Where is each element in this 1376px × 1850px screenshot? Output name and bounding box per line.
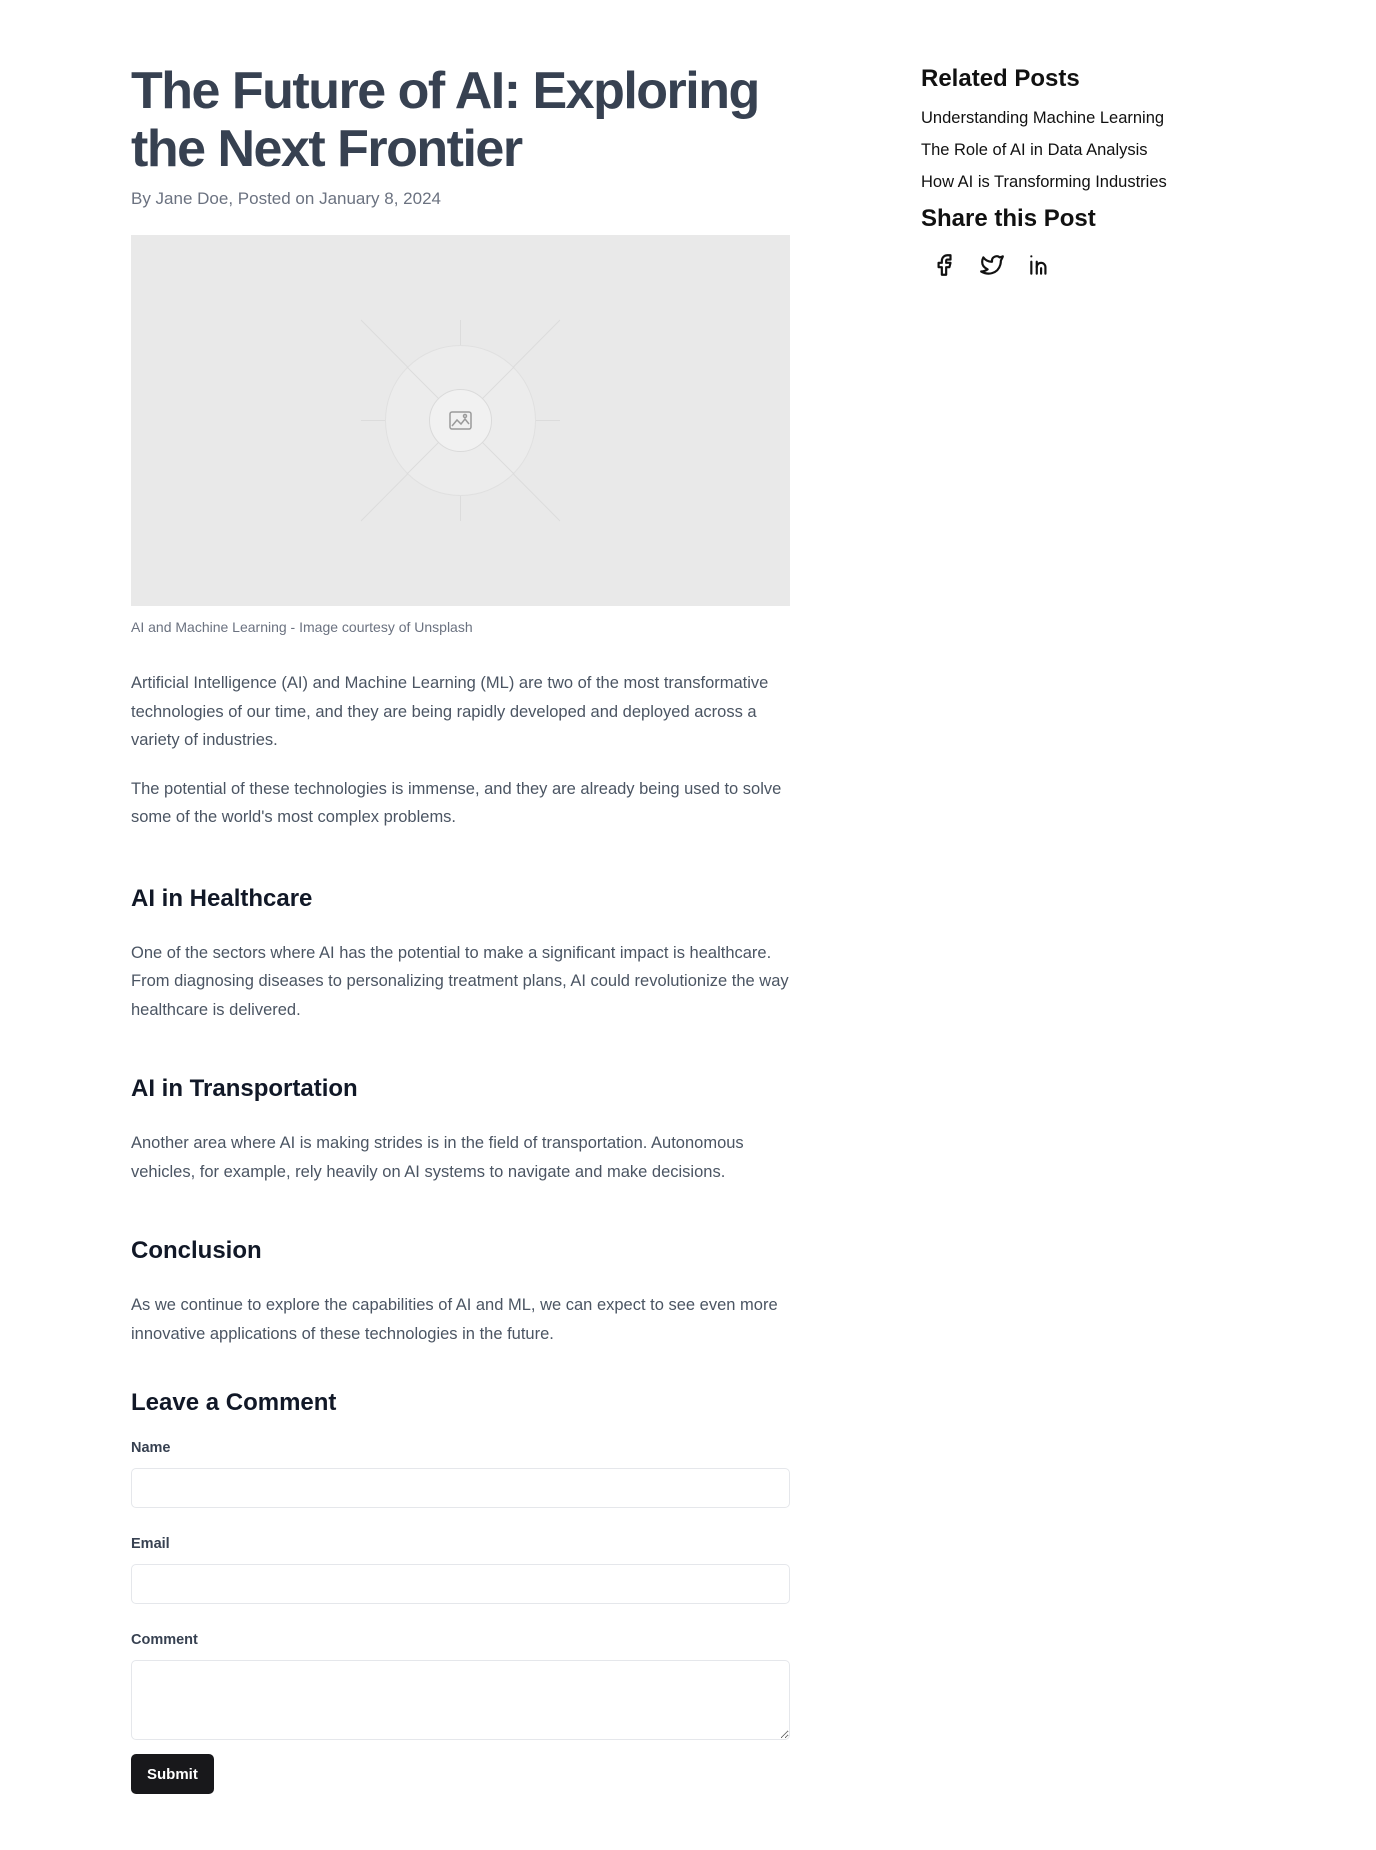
email-field[interactable]: [131, 1564, 790, 1604]
article-title: The Future of AI: Exploring the Next Fro…: [131, 62, 760, 178]
intro-paragraph-2: The potential of these technologies is i…: [131, 779, 782, 827]
section-heading-healthcare: AI in Healthcare: [131, 884, 313, 912]
section-heading-transportation: AI in Transportation: [131, 1075, 358, 1102]
related-post-item: How AI is Transforming Industries: [921, 172, 1251, 192]
image-placeholder-graphic: [360, 319, 561, 522]
section-text-conclusion: As we continue to explore the capabiliti…: [131, 1296, 778, 1343]
related-post-item: Understanding Machine Learning: [921, 108, 1251, 128]
section-text-healthcare: One of the sectors where AI has the pote…: [131, 943, 789, 1019]
share-heading: Share this Post: [921, 205, 1096, 232]
intro-paragraph-1: Artificial Intelligence (AI) and Machine…: [131, 674, 769, 749]
name-label: Name: [131, 1440, 171, 1456]
related-post-link-1[interactable]: Understanding Machine Learning: [921, 109, 1164, 127]
article-main: The Future of AI: Exploring the Next Fro…: [131, 60, 790, 1794]
email-label: Email: [131, 1536, 170, 1552]
comment-form: Leave a Comment Name Email Comment Submi…: [131, 1388, 790, 1794]
related-post-link-2[interactable]: The Role of AI in Data Analysis: [921, 141, 1148, 159]
section-heading-conclusion: Conclusion: [131, 1237, 262, 1264]
comment-form-heading: Leave a Comment: [131, 1389, 337, 1416]
related-posts-heading: Related Posts: [921, 65, 1080, 92]
comment-textarea[interactable]: [131, 1660, 790, 1740]
related-posts-list: Understanding Machine Learning The Role …: [921, 108, 1251, 192]
name-field[interactable]: [131, 1468, 790, 1508]
article-figure: AI and Machine Learning - Image courtesy…: [131, 235, 790, 635]
image-caption: AI and Machine Learning - Image courtesy…: [131, 619, 473, 635]
twitter-icon[interactable]: [979, 252, 1005, 278]
comment-label: Comment: [131, 1632, 198, 1648]
related-post-link-3[interactable]: How AI is Transforming Industries: [921, 173, 1167, 191]
linkedin-icon[interactable]: [1027, 252, 1053, 278]
sidebar: Related Posts Understanding Machine Lear…: [921, 64, 1251, 278]
section-text-transportation: Another area where AI is making strides …: [131, 1134, 744, 1181]
article-byline: By Jane Doe, Posted on January 8, 2024: [131, 189, 441, 208]
submit-button[interactable]: Submit: [131, 1754, 214, 1794]
image-placeholder: [131, 235, 790, 606]
facebook-icon[interactable]: [931, 252, 957, 278]
share-icons: [921, 252, 1251, 278]
related-post-item: The Role of AI in Data Analysis: [921, 140, 1251, 160]
